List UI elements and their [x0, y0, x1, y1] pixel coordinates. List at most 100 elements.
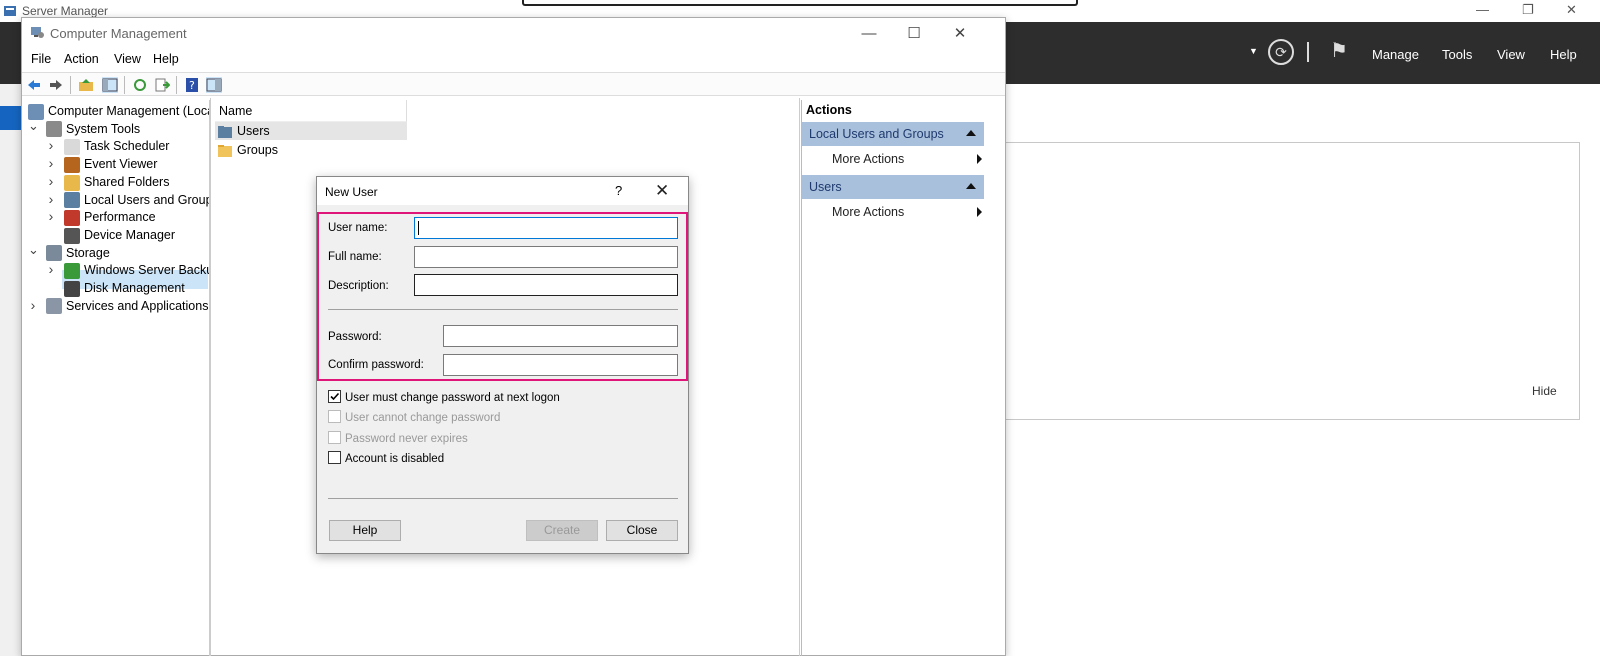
show-hide-tree-icon[interactable]	[102, 77, 118, 93]
submenu-arrow-icon	[977, 207, 982, 217]
tree-node[interactable]: Disk Management	[64, 279, 185, 297]
expand-arrow-icon[interactable]: ›	[46, 137, 56, 153]
checkbox-checked-icon	[328, 390, 341, 403]
window-title: Computer Management	[50, 26, 187, 41]
close-button[interactable]: ✕	[938, 20, 982, 48]
expand-arrow-icon[interactable]: ›	[46, 261, 56, 277]
tools-menu[interactable]: Tools	[1442, 47, 1472, 62]
export-list-icon[interactable]	[154, 77, 170, 93]
event-icon	[64, 156, 80, 173]
tree-node[interactable]: Performance	[64, 208, 156, 226]
collapse-arrow-icon[interactable]: ⌄	[28, 242, 39, 258]
tree-node-label: Performance	[84, 210, 156, 225]
tree-node[interactable]: Computer Management (Local	[28, 102, 209, 120]
view-menu[interactable]: View	[1497, 47, 1525, 62]
expand-arrow-icon[interactable]: ›	[46, 155, 56, 171]
help-menu[interactable]: Help	[1550, 47, 1577, 62]
submenu-arrow-icon	[977, 154, 982, 164]
users-icon	[64, 192, 80, 209]
back-arrow-icon[interactable]	[26, 77, 42, 93]
tree-node-label: System Tools	[66, 121, 141, 136]
account-disabled-checkbox[interactable]: Account is disabled	[328, 451, 444, 465]
close-button[interactable]: Close	[606, 520, 678, 541]
description-input[interactable]	[414, 274, 678, 296]
help-icon[interactable]: ?	[184, 77, 200, 93]
flag-icon[interactable]: ⚑	[1330, 38, 1348, 63]
tree-node[interactable]: Storage	[46, 244, 110, 262]
storage-icon	[46, 245, 62, 262]
actions-group-header-label: Local Users and Groups	[809, 127, 944, 141]
tree-node[interactable]: Services and Applications	[46, 297, 208, 315]
confirm-password-input[interactable]	[443, 354, 678, 376]
show-action-pane-icon[interactable]	[206, 77, 222, 93]
user-name-input[interactable]	[414, 217, 678, 239]
tree-node[interactable]: System Tools	[46, 120, 140, 138]
server-manager-panel	[980, 142, 1580, 420]
restore-button[interactable]: ❐	[1522, 2, 1534, 18]
hide-link[interactable]: Hide	[1532, 384, 1557, 398]
create-button[interactable]: Create	[526, 520, 598, 541]
checkbox-label: Password never expires	[345, 433, 468, 445]
toolbar-separator	[124, 76, 125, 94]
name-column-header[interactable]: Name	[215, 100, 407, 122]
computer-management-icon	[30, 25, 45, 40]
help-button[interactable]: Help	[329, 520, 401, 541]
svg-text:?: ?	[189, 79, 195, 92]
action-menu[interactable]: Action	[64, 52, 99, 66]
text-cursor	[418, 221, 419, 235]
manage-menu[interactable]: Manage	[1372, 47, 1419, 62]
dialog-close-icon[interactable]: ✕	[655, 181, 669, 201]
expand-arrow-icon[interactable]: ›	[46, 191, 56, 207]
server-manager-sidebar	[0, 84, 22, 656]
collapse-icon[interactable]	[966, 183, 976, 189]
view-menu[interactable]: View	[114, 52, 141, 66]
tree-node[interactable]: Event Viewer	[64, 155, 157, 173]
dropdown-icon[interactable]: ▼	[1249, 46, 1258, 56]
must-change-password-checkbox[interactable]: User must change password at next logon	[328, 390, 560, 404]
expand-arrow-icon[interactable]: ›	[28, 297, 38, 313]
password-input[interactable]	[443, 325, 678, 347]
disk-icon	[64, 280, 80, 297]
checkbox-label: Account is disabled	[345, 453, 445, 465]
tree-node[interactable]: Task Scheduler	[64, 137, 169, 156]
collapse-icon[interactable]	[966, 130, 976, 136]
more-actions-item[interactable]: More Actions	[832, 152, 982, 166]
tree-node[interactable]: Shared Folders	[64, 173, 169, 191]
minimize-button[interactable]: —	[1476, 2, 1489, 17]
name-column-label: Name	[219, 104, 253, 118]
refresh-icon[interactable]	[132, 77, 148, 93]
file-menu[interactable]: File	[31, 52, 51, 66]
list-item[interactable]: Users	[217, 122, 270, 140]
context-help-button[interactable]: ?	[615, 183, 622, 198]
full-name-label: Full name:	[328, 251, 382, 263]
clock-icon	[64, 139, 80, 156]
up-folder-icon[interactable]	[78, 77, 94, 93]
maximize-button[interactable]: ☐	[892, 20, 936, 48]
expand-arrow-icon[interactable]: ›	[46, 173, 56, 189]
collapse-arrow-icon[interactable]: ⌄	[28, 118, 39, 134]
list-item[interactable]: Groups	[217, 141, 278, 159]
user-name-label: User name:	[328, 222, 388, 234]
checkbox-icon	[328, 410, 341, 423]
more-actions-label: More Actions	[832, 205, 905, 219]
minimize-button[interactable]: —	[847, 20, 891, 48]
actions-group-header[interactable]: Local Users and Groups	[802, 122, 984, 146]
cannot-change-password-checkbox: User cannot change password	[328, 410, 500, 424]
help-menu[interactable]: Help	[153, 52, 179, 66]
tree-node[interactable]: Local Users and Groups	[64, 191, 209, 209]
tree-node[interactable]: Device Manager	[64, 226, 175, 244]
scroll-indicator	[522, 0, 1078, 6]
console-tree: Computer Management (Local ⌄ System Tools ›…	[22, 100, 210, 656]
new-user-dialog: New User ? ✕ User name: Full name: Descr…	[316, 176, 689, 554]
actions-group-header[interactable]: Users	[802, 175, 984, 199]
expand-arrow-icon[interactable]: ›	[46, 208, 56, 224]
confirm-password-label: Confirm password:	[328, 359, 424, 371]
refresh-icon[interactable]: ⟳	[1268, 39, 1294, 65]
tree-node[interactable]: Windows Server Backup	[64, 261, 209, 279]
forward-arrow-icon[interactable]	[48, 77, 64, 93]
full-name-input[interactable]	[414, 246, 678, 268]
dashboard-nav-item[interactable]	[0, 106, 22, 130]
close-button[interactable]: ✕	[1566, 2, 1577, 18]
more-actions-item[interactable]: More Actions	[832, 205, 982, 219]
description-label: Description:	[328, 280, 389, 292]
